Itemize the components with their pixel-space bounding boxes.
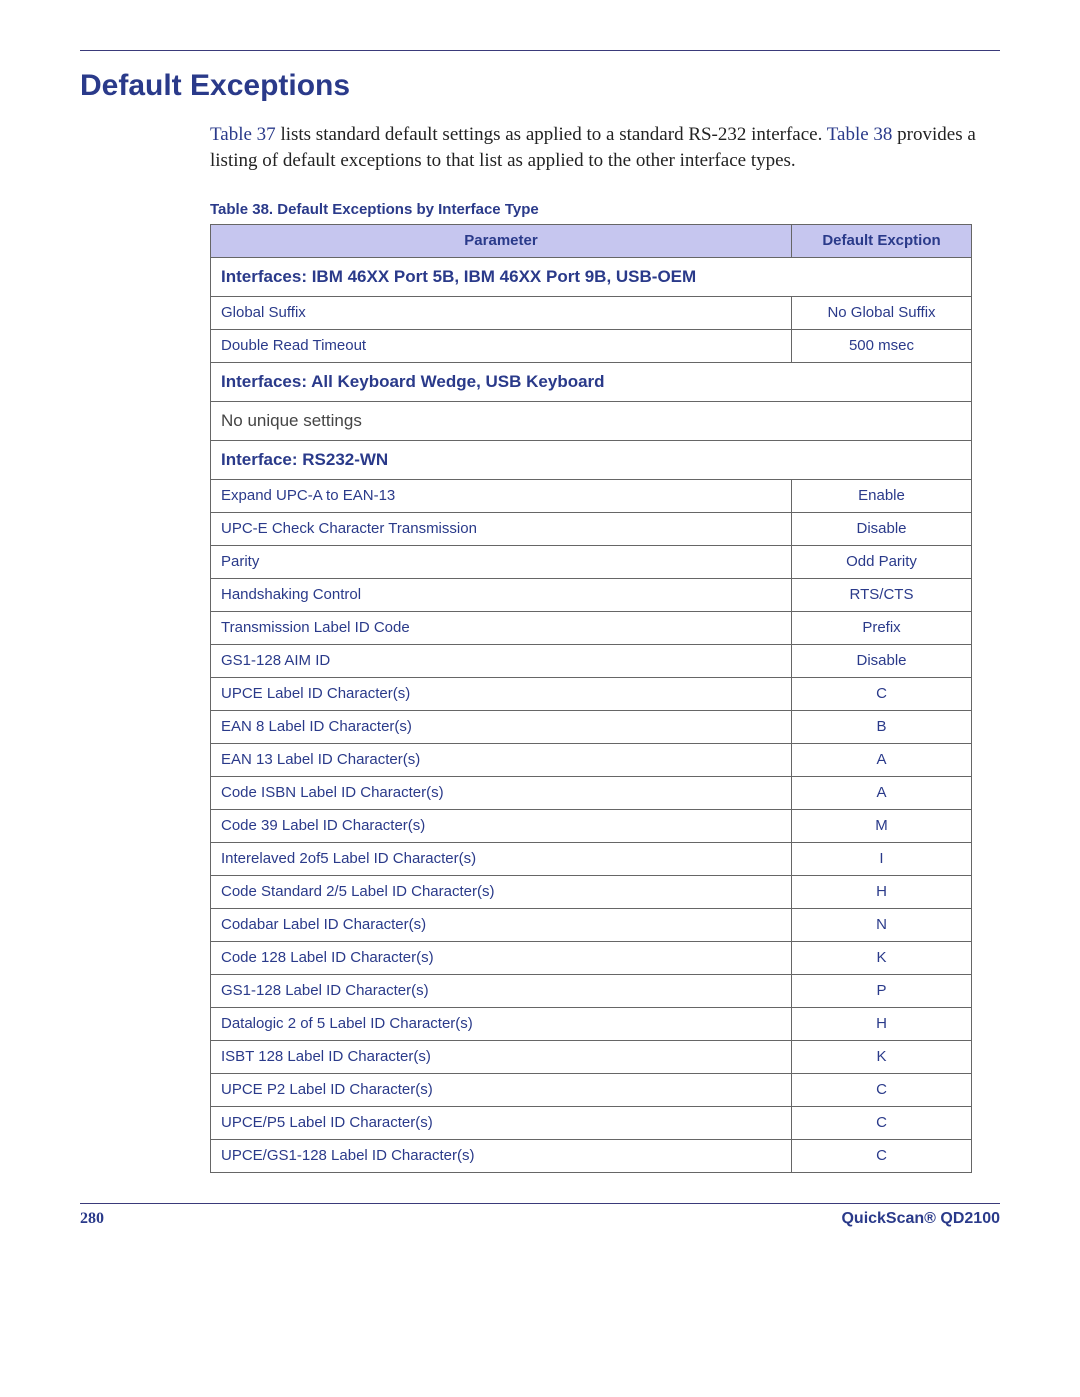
cell-value: N [792, 909, 972, 942]
table-row: GS1-128 Label ID Character(s)P [211, 975, 972, 1008]
table-row: Double Read Timeout500 msec [211, 330, 972, 363]
section-row: No unique settings [211, 402, 972, 441]
col-parameter: Parameter [211, 225, 792, 258]
cell-value: B [792, 711, 972, 744]
cell-value: C [792, 1107, 972, 1140]
cell-parameter: ISBT 128 Label ID Character(s) [211, 1041, 792, 1074]
table-row: EAN 13 Label ID Character(s)A [211, 744, 972, 777]
table-row: Code 128 Label ID Character(s)K [211, 942, 972, 975]
cell-value: 500 msec [792, 330, 972, 363]
section-title: Interfaces: All Keyboard Wedge, USB Keyb… [211, 363, 972, 402]
intro-paragraph: Table 37 lists standard default settings… [210, 122, 1000, 173]
cell-parameter: Code Standard 2/5 Label ID Character(s) [211, 876, 792, 909]
top-rule [80, 50, 1000, 51]
table-row: UPCE/GS1-128 Label ID Character(s)C [211, 1140, 972, 1173]
table-row: EAN 8 Label ID Character(s)B [211, 711, 972, 744]
cell-value: K [792, 942, 972, 975]
section-title: Interfaces: IBM 46XX Port 5B, IBM 46XX P… [211, 258, 972, 297]
table-row: UPCE/P5 Label ID Character(s)C [211, 1107, 972, 1140]
table-row: Interelaved 2of5 Label ID Character(s)I [211, 843, 972, 876]
cell-value: C [792, 1074, 972, 1107]
cell-parameter: Parity [211, 546, 792, 579]
table-row: UPCE Label ID Character(s)C [211, 678, 972, 711]
cell-parameter: Transmission Label ID Code [211, 612, 792, 645]
cell-value: H [792, 876, 972, 909]
table-row: ParityOdd Parity [211, 546, 972, 579]
table-row: Code ISBN Label ID Character(s)A [211, 777, 972, 810]
section-title: Interface: RS232-WN [211, 441, 972, 480]
cell-parameter: Global Suffix [211, 297, 792, 330]
cell-parameter: UPCE P2 Label ID Character(s) [211, 1074, 792, 1107]
table-row: Code 39 Label ID Character(s)M [211, 810, 972, 843]
cell-value: Odd Parity [792, 546, 972, 579]
section-title: No unique settings [211, 402, 972, 441]
table-row: Transmission Label ID CodePrefix [211, 612, 972, 645]
cell-value: Enable [792, 480, 972, 513]
section-row: Interfaces: IBM 46XX Port 5B, IBM 46XX P… [211, 258, 972, 297]
cell-parameter: Expand UPC-A to EAN-13 [211, 480, 792, 513]
page-number: 280 [80, 1210, 104, 1228]
section-row: Interfaces: All Keyboard Wedge, USB Keyb… [211, 363, 972, 402]
cell-value: P [792, 975, 972, 1008]
col-default: Default Excption [792, 225, 972, 258]
cell-parameter: Double Read Timeout [211, 330, 792, 363]
cell-value: A [792, 744, 972, 777]
cell-value: A [792, 777, 972, 810]
cell-parameter: Handshaking Control [211, 579, 792, 612]
cell-parameter: UPC-E Check Character Transmission [211, 513, 792, 546]
intro-text-1: lists standard default settings as appli… [276, 124, 827, 145]
cell-value: No Global Suffix [792, 297, 972, 330]
cell-parameter: GS1-128 AIM ID [211, 645, 792, 678]
cell-parameter: Code ISBN Label ID Character(s) [211, 777, 792, 810]
table-ref-37: Table 37 [210, 124, 276, 145]
table-row: UPC-E Check Character TransmissionDisabl… [211, 513, 972, 546]
cell-parameter: GS1-128 Label ID Character(s) [211, 975, 792, 1008]
cell-parameter: UPCE/GS1-128 Label ID Character(s) [211, 1140, 792, 1173]
table-row: UPCE P2 Label ID Character(s)C [211, 1074, 972, 1107]
cell-value: M [792, 810, 972, 843]
document-page: Default Exceptions Table 37 lists standa… [0, 0, 1080, 1268]
table-row: Global SuffixNo Global Suffix [211, 297, 972, 330]
page-footer: 280 QuickScan® QD2100 [80, 1210, 1000, 1228]
cell-value: RTS/CTS [792, 579, 972, 612]
table-row: Handshaking ControlRTS/CTS [211, 579, 972, 612]
table-caption: Table 38. Default Exceptions by Interfac… [210, 201, 1000, 218]
cell-parameter: UPCE/P5 Label ID Character(s) [211, 1107, 792, 1140]
section-heading: Default Exceptions [80, 69, 1000, 103]
cell-parameter: EAN 8 Label ID Character(s) [211, 711, 792, 744]
cell-value: Disable [792, 513, 972, 546]
table-row: Codabar Label ID Character(s)N [211, 909, 972, 942]
section-row: Interface: RS232-WN [211, 441, 972, 480]
cell-value: C [792, 678, 972, 711]
cell-value: K [792, 1041, 972, 1074]
table-row: Datalogic 2 of 5 Label ID Character(s)H [211, 1008, 972, 1041]
product-name: QuickScan® QD2100 [841, 1210, 1000, 1228]
table-row: Code Standard 2/5 Label ID Character(s)H [211, 876, 972, 909]
table-row: GS1-128 AIM IDDisable [211, 645, 972, 678]
cell-parameter: EAN 13 Label ID Character(s) [211, 744, 792, 777]
table-ref-38: Table 38 [827, 124, 893, 145]
cell-parameter: Code 39 Label ID Character(s) [211, 810, 792, 843]
table-row: ISBT 128 Label ID Character(s)K [211, 1041, 972, 1074]
cell-value: I [792, 843, 972, 876]
cell-value: Prefix [792, 612, 972, 645]
table-row: Expand UPC-A to EAN-13Enable [211, 480, 972, 513]
cell-parameter: Interelaved 2of5 Label ID Character(s) [211, 843, 792, 876]
cell-value: H [792, 1008, 972, 1041]
cell-parameter: UPCE Label ID Character(s) [211, 678, 792, 711]
table-body: Interfaces: IBM 46XX Port 5B, IBM 46XX P… [211, 258, 972, 1173]
cell-value: Disable [792, 645, 972, 678]
cell-parameter: Code 128 Label ID Character(s) [211, 942, 792, 975]
exceptions-table: Parameter Default Excption Interfaces: I… [210, 224, 972, 1173]
cell-value: C [792, 1140, 972, 1173]
table-header-row: Parameter Default Excption [211, 225, 972, 258]
footer-rule [80, 1203, 1000, 1204]
cell-parameter: Codabar Label ID Character(s) [211, 909, 792, 942]
cell-parameter: Datalogic 2 of 5 Label ID Character(s) [211, 1008, 792, 1041]
